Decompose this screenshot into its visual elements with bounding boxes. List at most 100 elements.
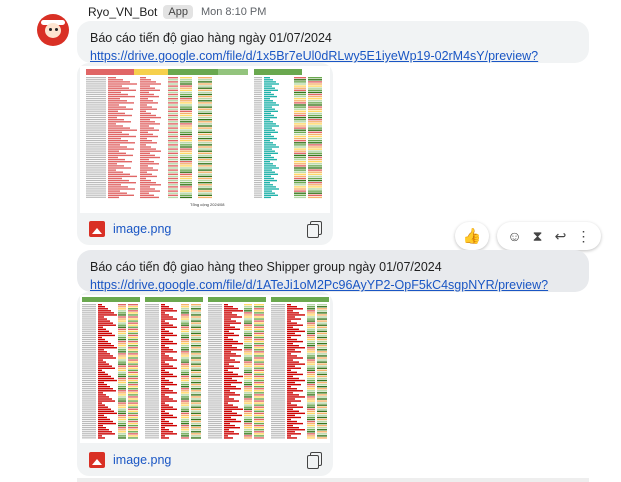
thumb-cell [224,396,229,398]
thumb-cell [161,318,177,320]
thumb-cell [198,171,212,173]
thumb-cell [161,377,165,380]
thumb-cell [224,379,237,382]
thumb-cell [287,373,303,376]
thumb-cell [191,312,201,314]
thumb-cell [191,314,201,316]
thumb-cell [145,340,159,343]
thumb-cell [287,398,295,400]
thumb-cell [294,93,306,96]
image-attachment-1[interactable]: Tổng cộng 2024/08 image.png [77,63,333,245]
thumb-cell [181,304,189,306]
thumb-cell [86,175,106,177]
thumb-cell [98,304,102,306]
thumb-cell [198,158,212,161]
thumb-cell [128,410,138,412]
thumb-cell [128,363,138,365]
thumb-cell [145,375,159,377]
thumb-cell [161,351,177,353]
thumb-cell [161,340,173,343]
thumb-cell [271,326,285,328]
thumb-cell [118,326,126,328]
more-vert-icon[interactable]: ⋮ [575,227,593,245]
thumb-cell [118,369,126,371]
image-attachment-2[interactable]: image.png [77,292,333,476]
thumb-cell [264,125,279,127]
reply-icon[interactable]: ↩ [552,227,570,245]
thumb-cell [308,152,322,154]
thumb-cell [118,398,126,400]
thumbs-up-icon: 👍 [462,228,482,245]
thumb-cell [307,408,315,410]
thumb-cell [180,175,192,178]
thumb-cell [191,394,201,396]
thumb-cell [208,306,222,308]
thumb-cell [86,129,106,131]
thumb-cell [98,383,107,386]
thumb-cell [82,410,96,412]
thumb-cell [82,379,96,382]
thumb-cell [128,377,138,380]
thumb-cell [307,338,315,341]
thumb-cell [86,142,106,144]
image-thumbnail[interactable] [80,295,330,443]
thumb-cell [86,123,106,125]
thumb-cell [181,388,189,390]
copy-icon[interactable] [307,221,322,238]
thumb-cell [317,381,327,384]
thumb-cell [191,338,201,341]
thumb-cell [118,429,126,431]
thumb-cell [208,318,222,320]
attachment-filename[interactable]: image.png [113,222,307,236]
thumb-cell [307,398,315,400]
sender-name[interactable]: Ryo_VN_Bot [88,5,157,19]
copy-icon[interactable] [307,452,322,469]
thumb-cell [198,98,212,100]
thumb-cell [271,332,285,334]
thumb-cell [161,306,169,308]
thumb-cell [140,106,152,108]
thumb-cell [191,310,201,312]
thumbs-up-reaction[interactable]: 👍 [455,222,489,250]
thumb-cell [317,388,327,390]
thumb-cell [168,108,178,110]
thumb-cell [244,381,252,384]
attachment-filename[interactable]: image.png [113,453,307,467]
image-thumbnail[interactable]: Tổng cộng 2024/08 [80,66,330,213]
thumb-cell [82,377,96,379]
thumb-cell [118,420,126,423]
thumb-cell [181,363,189,365]
thumb-cell [140,188,155,190]
thumb-cell [244,314,252,316]
thumb-cell [271,349,285,351]
thumb-cell [224,361,240,363]
thumb-cell [191,369,201,371]
thumb-cell [317,414,327,417]
thumb-cell [98,349,104,351]
thumb-cell [254,83,262,85]
thumb-cell [108,121,131,123]
thumb-cell [181,418,189,421]
thumb-cell [307,400,315,402]
thumb-cell [254,104,262,106]
thumb-cell [98,386,110,388]
thumb-cell [180,140,192,142]
hourglass-icon[interactable]: ⧗ [529,227,547,245]
add-reaction-icon[interactable]: ☺ [506,227,524,245]
bot-avatar[interactable] [37,14,69,46]
thumb-cell [140,81,156,83]
thumb-cell [86,112,106,114]
thumb-cell [181,424,189,427]
thumb-cell [82,324,96,326]
thumb-cell [254,363,264,365]
thumb-cell [287,320,291,322]
thumb-cell [108,152,126,154]
thumb-cell [82,361,96,363]
thumb-cell [308,140,322,142]
thumb-cell [82,353,96,355]
thumb-cell [98,377,114,380]
thumb-cell [128,433,138,435]
thumb-cell [224,429,229,431]
thumb-cell [244,406,252,408]
thumb-cell [128,334,138,337]
